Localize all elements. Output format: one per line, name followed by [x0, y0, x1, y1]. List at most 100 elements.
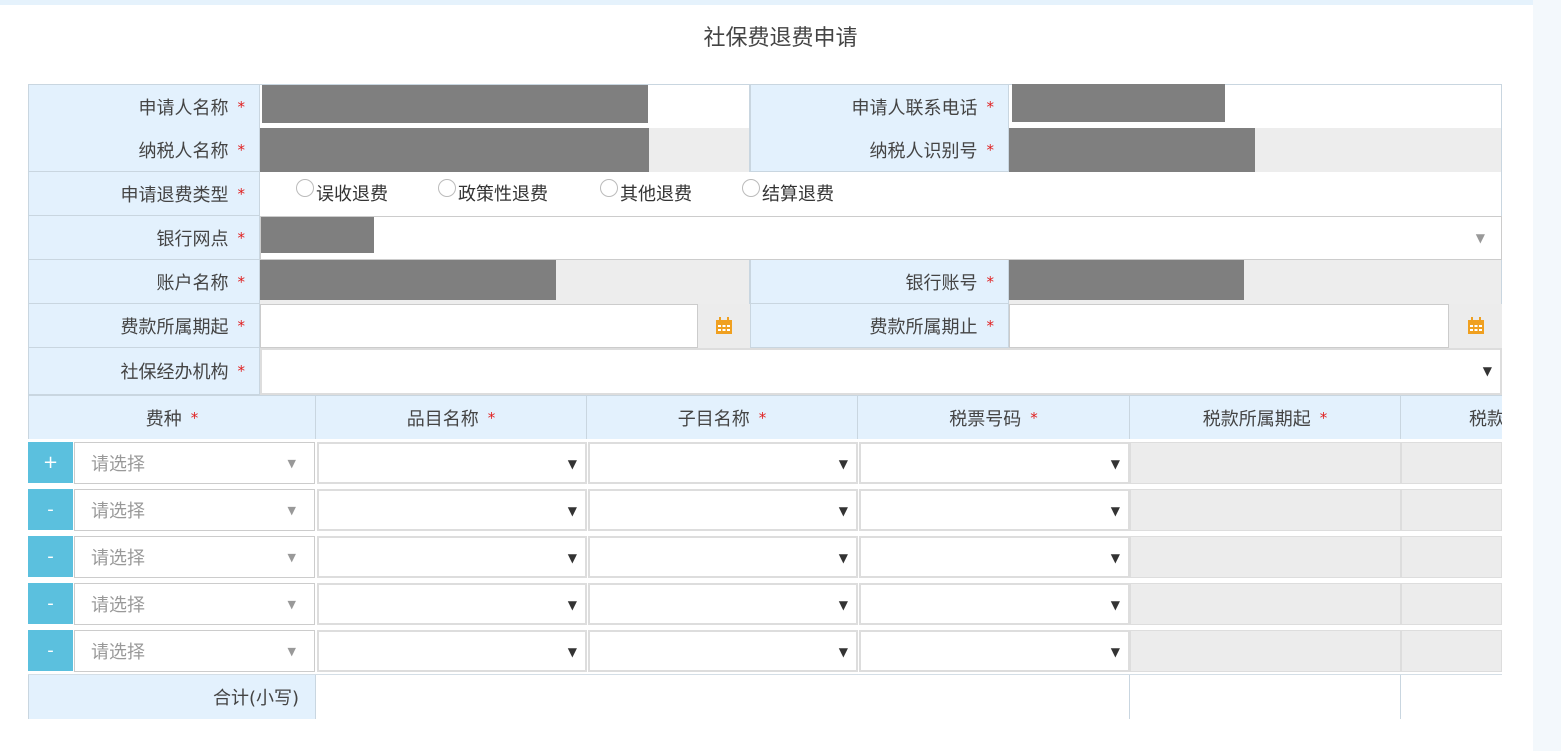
calendar-icon[interactable]: [1449, 304, 1502, 348]
chevron-down-icon[interactable]: ▼: [839, 598, 848, 612]
chevron-down-icon[interactable]: ▼: [288, 551, 296, 564]
chevron-down-icon[interactable]: ▼: [839, 551, 848, 565]
subitem-name-select[interactable]: ▼: [588, 489, 858, 531]
chevron-down-icon[interactable]: ▼: [568, 457, 577, 471]
table-row: - 请选择 ▼ ▼ ▼ ▼: [28, 486, 1502, 533]
radio-circle-icon[interactable]: [600, 179, 618, 197]
redacted-applicant-phone: [1012, 84, 1225, 122]
period-end-input[interactable]: [1009, 304, 1449, 348]
remove-row-button[interactable]: -: [28, 489, 73, 530]
tax-amount-cell: [1401, 536, 1502, 578]
bank-account-field: [1009, 260, 1502, 304]
chevron-down-icon[interactable]: ▼: [1111, 598, 1120, 612]
fee-type-select[interactable]: 请选择 ▼: [74, 583, 315, 625]
row-bank-branch: 银行网点 * ▼: [28, 216, 1502, 260]
redacted-taxpayer-id: [1009, 128, 1255, 172]
chevron-down-icon[interactable]: ▼: [568, 551, 577, 565]
chevron-down-icon[interactable]: ▼: [568, 645, 577, 659]
row-taxpayer: 纳税人名称 * 纳税人识别号 *: [28, 128, 1502, 172]
table-row: - 请选择 ▼ ▼ ▼ ▼: [28, 533, 1502, 580]
table-row: - 请选择 ▼ ▼ ▼ ▼: [28, 627, 1502, 674]
radio-policy-refund[interactable]: 政策性退费: [438, 179, 548, 206]
col-item-name: 品目名称 *: [316, 395, 587, 439]
chevron-down-icon[interactable]: ▼: [839, 504, 848, 518]
tax-amount-cell: [1401, 442, 1502, 484]
row-agency: 社保经办机构 * ▼: [28, 348, 1502, 395]
item-name-select[interactable]: ▼: [317, 536, 587, 578]
fee-type-select[interactable]: 请选择 ▼: [74, 630, 315, 672]
radio-circle-icon[interactable]: [438, 179, 456, 197]
item-name-select[interactable]: ▼: [317, 583, 587, 625]
subitem-name-select[interactable]: ▼: [588, 442, 858, 484]
period-start-input[interactable]: [260, 304, 698, 348]
ticket-number-select[interactable]: ▼: [859, 442, 1130, 484]
ticket-number-select[interactable]: ▼: [859, 583, 1130, 625]
ticket-number-select[interactable]: ▼: [859, 489, 1130, 531]
chevron-down-icon[interactable]: ▼: [1483, 364, 1492, 378]
applicant-phone-label: 申请人联系电话 *: [750, 85, 1009, 129]
applicant-name-field[interactable]: [260, 85, 750, 129]
radio-circle-icon[interactable]: [296, 179, 314, 197]
tax-period-start-cell: [1130, 583, 1401, 625]
item-name-select[interactable]: ▼: [317, 630, 587, 672]
chevron-down-icon[interactable]: ▼: [1111, 645, 1120, 659]
right-scroll-strip: [1533, 0, 1561, 751]
chevron-down-icon[interactable]: ▼: [288, 645, 296, 658]
chevron-down-icon[interactable]: ▼: [1111, 457, 1120, 471]
chevron-down-icon[interactable]: ▼: [288, 504, 296, 517]
remove-row-button[interactable]: -: [28, 583, 73, 624]
chevron-down-icon[interactable]: ▼: [288, 457, 296, 470]
radio-settlement-refund[interactable]: 结算退费: [742, 179, 834, 206]
ticket-number-select[interactable]: ▼: [859, 630, 1130, 672]
row-applicant: 申请人名称 * 申请人联系电话 *: [28, 84, 1502, 129]
chevron-down-icon[interactable]: ▼: [568, 598, 577, 612]
taxpayer-name-label: 纳税人名称 *: [28, 128, 260, 172]
col-subitem-name: 子目名称 *: [587, 395, 858, 439]
subitem-name-select[interactable]: ▼: [588, 630, 858, 672]
radio-circle-icon[interactable]: [742, 179, 760, 197]
fee-type-select[interactable]: 请选择 ▼: [74, 536, 315, 578]
tax-period-start-cell: [1130, 442, 1401, 484]
item-name-select[interactable]: ▼: [317, 442, 587, 484]
remove-row-button[interactable]: -: [28, 630, 73, 671]
page-title: 社保费退费申请: [703, 26, 858, 51]
subitem-name-select[interactable]: ▼: [588, 536, 858, 578]
row-period: 费款所属期起 * 费款所属期止 *: [28, 304, 1502, 348]
redacted-applicant-name: [262, 85, 648, 123]
calendar-icon[interactable]: [698, 304, 750, 348]
chevron-down-icon[interactable]: ▼: [568, 504, 577, 518]
chevron-down-icon[interactable]: ▼: [1111, 504, 1120, 518]
fee-type-select[interactable]: 请选择 ▼: [74, 489, 315, 531]
chevron-down-icon[interactable]: ▼: [839, 645, 848, 659]
account-name-label: 账户名称 *: [28, 260, 260, 304]
chevron-down-icon[interactable]: ▼: [1111, 551, 1120, 565]
applicant-phone-field[interactable]: [1009, 84, 1502, 129]
chevron-down-icon[interactable]: ▼: [839, 457, 848, 471]
ticket-number-select[interactable]: ▼: [859, 536, 1130, 578]
radio-other-refund[interactable]: 其他退费: [600, 179, 692, 206]
tax-amount-cell: [1401, 583, 1502, 625]
fee-type-select[interactable]: 请选择 ▼: [74, 442, 315, 484]
bank-account-label: 银行账号 *: [750, 260, 1009, 304]
radio-misc-refund[interactable]: 误收退费: [296, 179, 388, 206]
tax-amount-cell: [1401, 630, 1502, 672]
col-ticket-number: 税票号码 *: [858, 395, 1130, 439]
add-row-button[interactable]: +: [28, 442, 73, 483]
row-refund-type: 申请退费类型 * 误收退费 政策性退费 其他退费 结算退费: [28, 172, 1502, 216]
remove-row-button[interactable]: -: [28, 536, 73, 577]
item-name-select[interactable]: ▼: [317, 489, 587, 531]
top-bar: [0, 0, 1533, 5]
applicant-name-label: 申请人名称 *: [28, 85, 260, 129]
total-row: 合计(小写): [28, 674, 1502, 719]
bank-branch-label: 银行网点 *: [28, 216, 260, 260]
subitem-name-select[interactable]: ▼: [588, 583, 858, 625]
chevron-down-icon[interactable]: ▼: [288, 598, 296, 611]
period-start-label: 费款所属期起 *: [28, 304, 260, 348]
agency-select[interactable]: ▼: [260, 348, 1502, 395]
chevron-down-icon[interactable]: ▼: [1476, 231, 1485, 245]
col-fee-type: 费种 *: [28, 395, 316, 439]
tax-amount-cell: [1401, 489, 1502, 531]
period-end-label: 费款所属期止 *: [750, 304, 1009, 348]
taxpayer-name-field: [260, 128, 750, 172]
bank-branch-select[interactable]: ▼: [260, 216, 1502, 260]
